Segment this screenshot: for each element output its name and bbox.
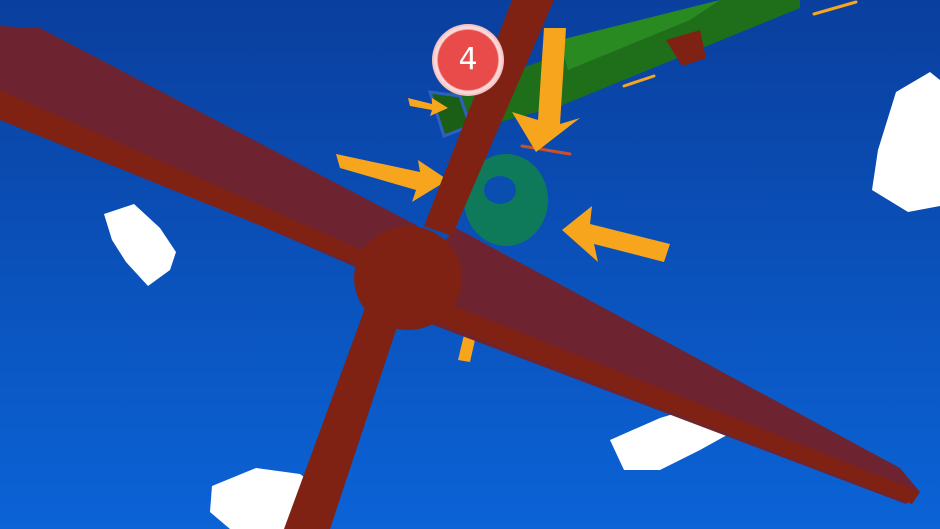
checkpoint-counter-ring: 4 (438, 30, 498, 90)
plane-hub (354, 226, 462, 330)
checkpoint-counter-number: 4 (458, 42, 478, 77)
checkpoint-counter-badge: 4 (432, 24, 504, 96)
